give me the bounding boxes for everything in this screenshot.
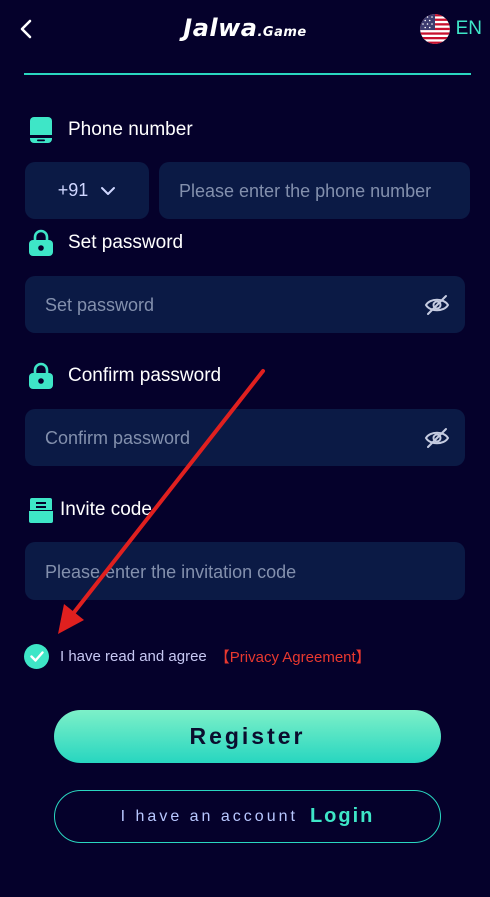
check-icon [29,651,44,662]
language-code: EN [455,18,482,39]
confirm-label: Confirm password [68,365,222,386]
header-divider [24,73,471,75]
phone-label: Phone number [68,119,193,140]
confirm-label-row: Confirm password [28,362,221,390]
agree-checkbox[interactable] [24,644,49,669]
have-account-text: I have an account [120,807,298,825]
register-button[interactable]: Register [54,710,441,763]
app-logo: Jalwa.Game [0,14,490,42]
eye-off-icon[interactable] [424,426,450,450]
phone-label-row: Phone number [28,116,193,144]
logo-main: Jalwa [183,14,258,42]
privacy-agreement-link[interactable]: 【Privacy Agreement】 [215,646,371,667]
chevron-down-icon [101,186,116,195]
invite-code-icon [29,498,53,523]
confirm-input[interactable] [43,409,407,468]
eye-off-icon[interactable] [424,293,450,317]
login-text: Login [309,805,375,827]
lock-icon [29,362,53,389]
invite-input[interactable] [43,542,407,602]
confirm-field [25,409,465,468]
country-code-value: +91 [57,180,89,200]
agreement-row: I have read and agree 【Privacy Agreement… [24,644,371,669]
country-code-select[interactable]: +91 [25,162,149,219]
logo-sub: .Game [257,25,307,40]
header: Jalwa.Game EN [0,0,490,60]
lock-icon [29,229,53,256]
invite-label: Invite code [60,499,152,520]
language-selector[interactable]: EN [419,14,482,44]
invite-label-row: Invite code [28,496,152,524]
phone-input[interactable] [177,162,490,221]
password-label: Set password [68,232,184,253]
invite-field [25,542,465,602]
password-input[interactable] [43,276,407,335]
agreement-text: I have read and agree [60,648,207,665]
password-field [25,276,465,335]
phone-icon [30,117,52,143]
login-button[interactable]: I have an account Login [54,790,441,843]
password-label-row: Set password [28,229,183,257]
us-flag-icon [419,14,450,44]
phone-field [159,162,490,221]
